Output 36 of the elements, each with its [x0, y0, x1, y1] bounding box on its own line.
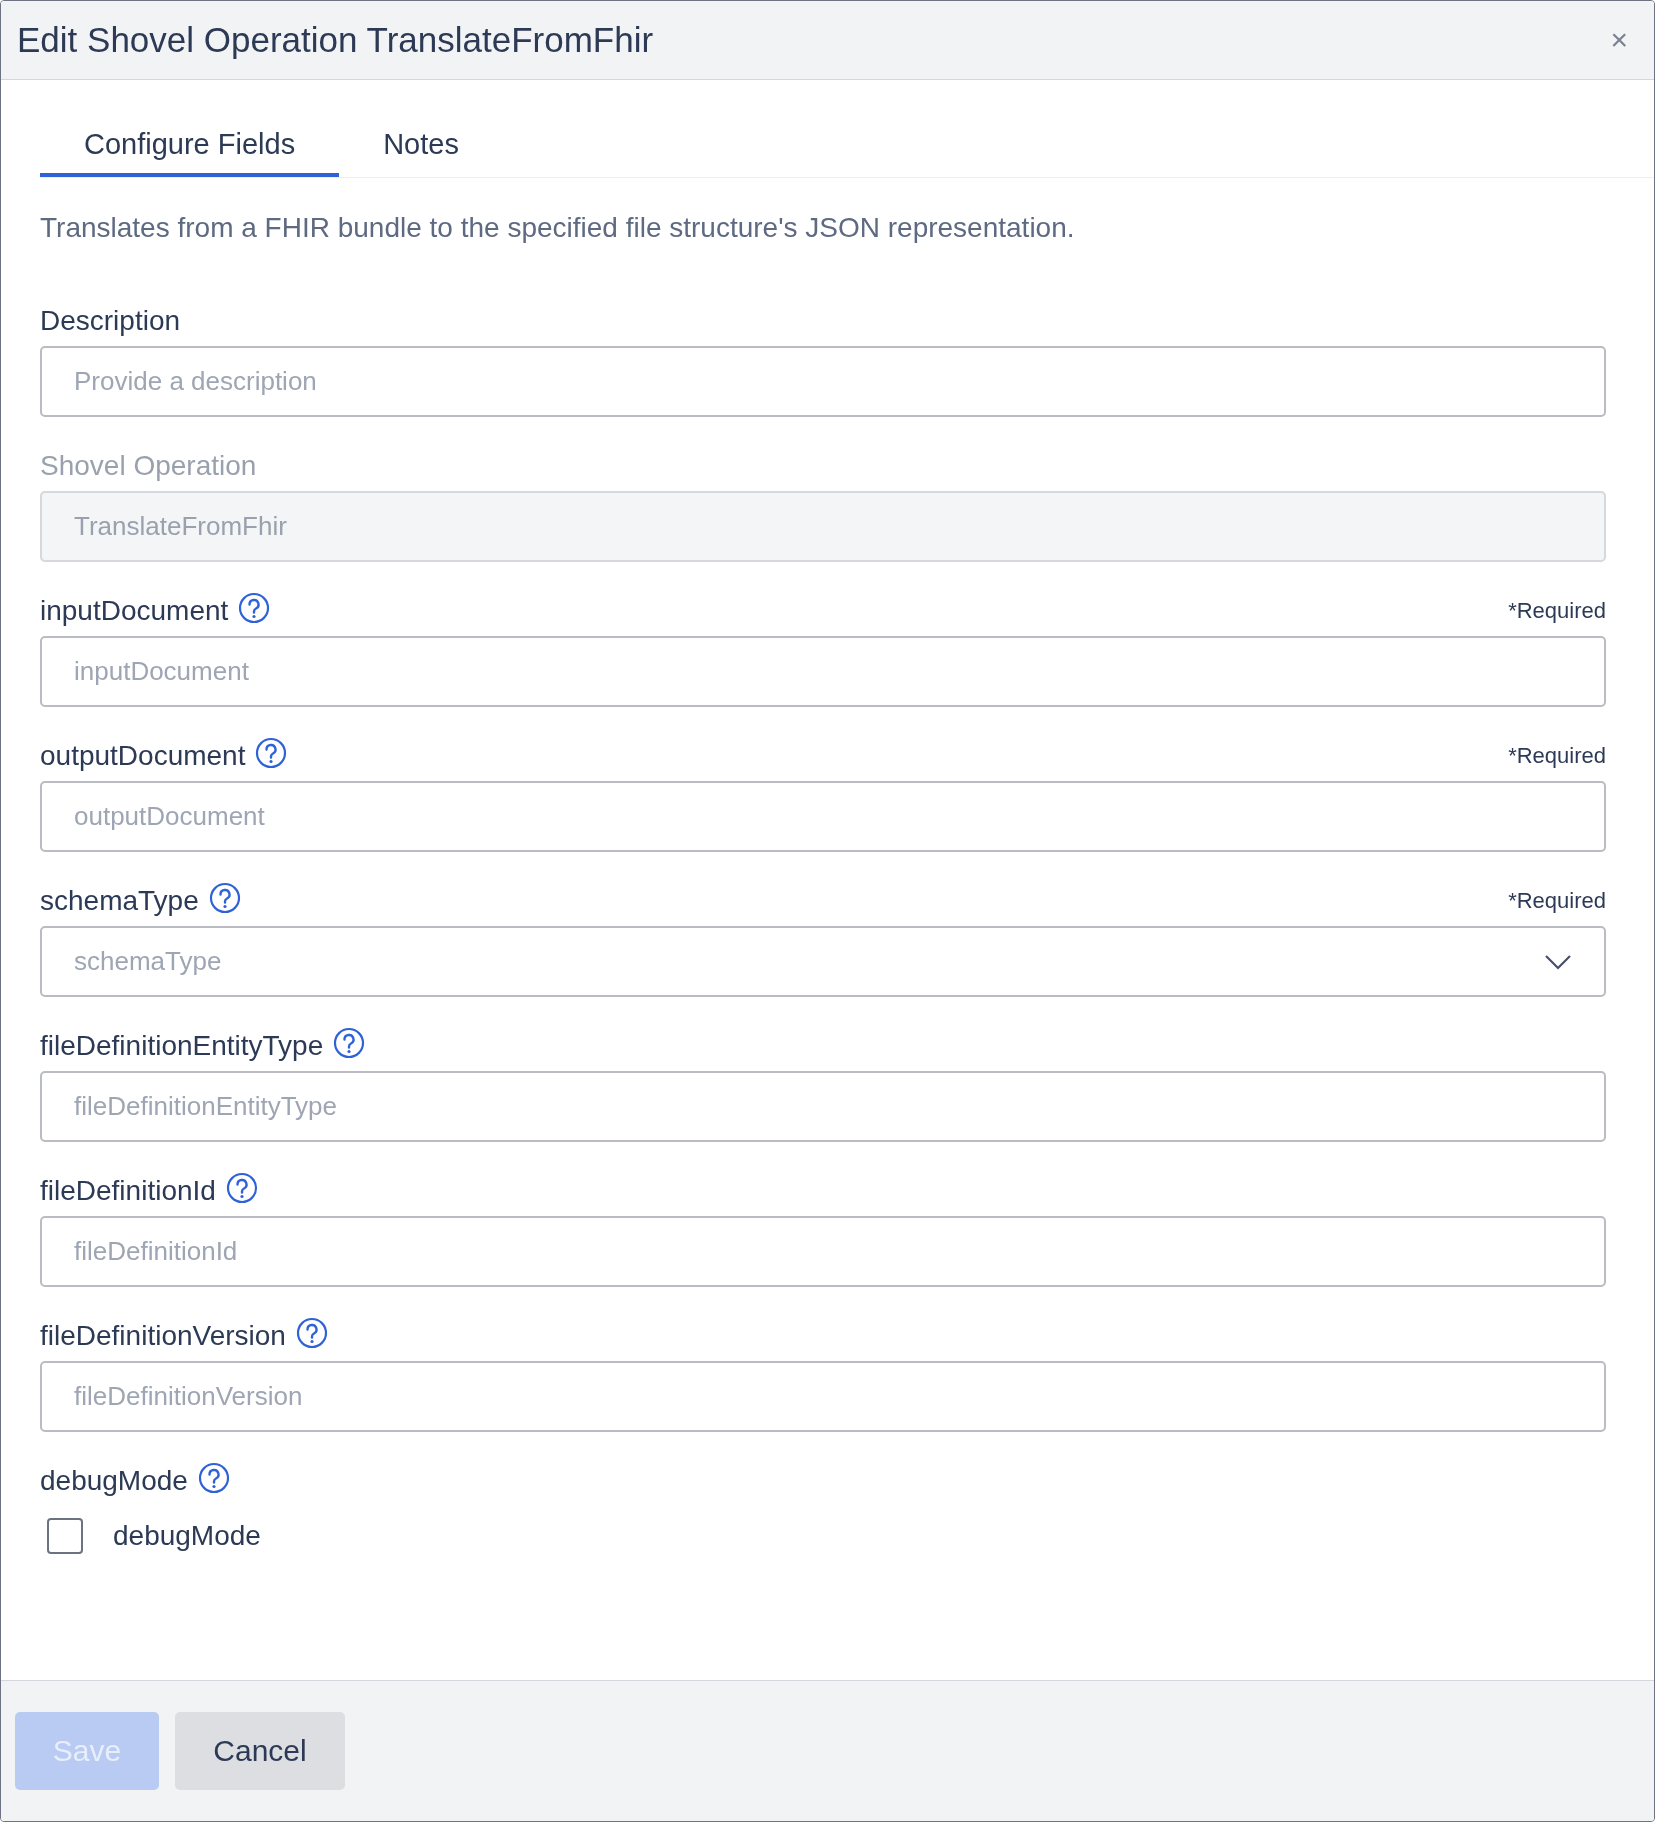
help-icon[interactable]: [295, 1317, 328, 1349]
field-label: fileDefinitionEntityType: [40, 1030, 324, 1062]
field-label: outputDocument: [40, 740, 246, 772]
input-field[interactable]: Provide a description: [40, 346, 1606, 417]
field-label: schemaType: [40, 885, 199, 917]
help-icon[interactable]: [208, 882, 241, 914]
help-icon[interactable]: [197, 1462, 230, 1494]
help-icon[interactable]: [225, 1172, 258, 1204]
help-icon[interactable]: [255, 737, 288, 769]
field-label: Shovel Operation: [40, 450, 257, 482]
description-text: Translates from a FHIR bundle to the specified file structure's JSON representation.: [40, 212, 1076, 244]
field-label: debugMode: [40, 1465, 188, 1497]
tab[interactable]: Configure Fields: [40, 110, 340, 177]
input-field: TranslateFromFhir: [40, 491, 1606, 562]
field-label: Description: [40, 305, 181, 337]
chevron-down-icon: [1544, 953, 1572, 970]
help-icon[interactable]: [238, 592, 271, 624]
help-icon[interactable]: [333, 1027, 366, 1059]
checkbox[interactable]: [47, 1518, 83, 1554]
dialog-title: Edit Shovel Operation TranslateFromFhir: [17, 20, 654, 60]
checkbox-label[interactable]: debugMode: [113, 1520, 261, 1552]
select-placeholder: schemaType: [74, 946, 222, 977]
input-field[interactable]: fileDefinitionVersion: [40, 1361, 1606, 1432]
input-field[interactable]: fileDefinitionEntityType: [40, 1071, 1606, 1142]
field-label: fileDefinitionId: [40, 1175, 216, 1207]
input-field[interactable]: fileDefinitionId: [40, 1216, 1606, 1287]
required-note: *Required: [1508, 598, 1606, 624]
field-label: fileDefinitionVersion: [40, 1320, 286, 1352]
field-label: inputDocument: [40, 595, 229, 627]
tab[interactable]: Notes: [339, 110, 503, 177]
required-note: *Required: [1508, 743, 1606, 769]
input-field[interactable]: inputDocument: [40, 636, 1606, 707]
input-field[interactable]: outputDocument: [40, 781, 1606, 852]
close-button[interactable]: ×: [1604, 23, 1634, 57]
required-note: *Required: [1508, 888, 1606, 914]
cancel-button[interactable]: Cancel: [175, 1712, 345, 1790]
